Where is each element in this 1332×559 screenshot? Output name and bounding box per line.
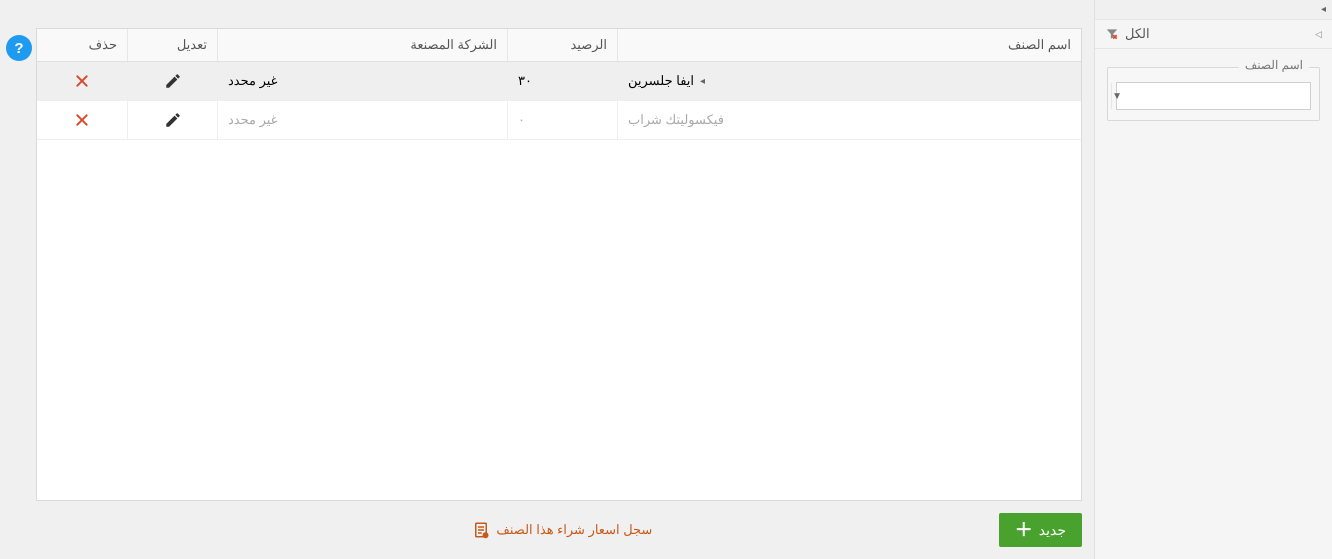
chevron-left-icon: ◂: [1321, 4, 1326, 15]
edit-button[interactable]: [164, 72, 182, 90]
cell-balance: ٣٠: [507, 62, 617, 100]
filter-sidebar: ◂ ◁ الكل اسم الصنف ▼: [1094, 0, 1332, 559]
filter-label: الكل: [1125, 26, 1150, 42]
filter-summary[interactable]: ◁ الكل: [1095, 20, 1332, 49]
filter-clear-icon[interactable]: [1105, 27, 1119, 41]
price-history-link[interactable]: سجل اسعار شراء هذا الصنف: [472, 521, 652, 539]
col-header-delete[interactable]: حذف: [37, 29, 127, 61]
main-content: اسم الصنف الرصيد الشركة المصنعة تعديل حذ…: [0, 0, 1094, 559]
item-name-combo[interactable]: ▼: [1116, 82, 1311, 110]
cell-balance: ٠: [507, 101, 617, 139]
grid-header: اسم الصنف الرصيد الشركة المصنعة تعديل حذ…: [37, 29, 1081, 62]
new-button-label: جديد: [1039, 522, 1066, 539]
sidebar-collapse[interactable]: ◂: [1095, 0, 1332, 20]
new-button[interactable]: جديد ＋: [999, 513, 1082, 547]
items-grid: اسم الصنف الرصيد الشركة المصنعة تعديل حذ…: [36, 28, 1082, 501]
filter-fieldset: اسم الصنف ▼: [1107, 67, 1320, 121]
table-row[interactable]: فيكسوليتك شراب ٠ غير محدد: [37, 101, 1081, 140]
item-name-input[interactable]: [1122, 83, 1310, 109]
col-header-name[interactable]: اسم الصنف: [617, 29, 1081, 61]
footer-bar: جديد ＋ سجل اسعار شراء هذا الصنف: [36, 501, 1082, 547]
document-icon: [472, 521, 490, 539]
grid-body: ◂ ايفا جلسرين ٣٠ غير محدد: [37, 62, 1081, 500]
filter-field-label: اسم الصنف: [1239, 58, 1309, 72]
col-header-company[interactable]: الشركة المصنعة: [217, 29, 507, 61]
cell-company: غير محدد: [217, 101, 507, 139]
triangle-icon: ◁: [1315, 29, 1322, 40]
cell-company: غير محدد: [217, 62, 507, 100]
cell-name: ايفا جلسرين: [628, 73, 694, 89]
plus-icon: ＋: [1015, 521, 1033, 539]
help-button[interactable]: ?: [6, 35, 32, 61]
edit-button[interactable]: [164, 111, 182, 129]
chevron-down-icon[interactable]: ▼: [1111, 83, 1122, 109]
history-link-label: سجل اسعار شراء هذا الصنف: [496, 522, 652, 538]
cell-name: فيكسوليتك شراب: [628, 112, 724, 128]
row-indicator-icon: ◂: [700, 76, 705, 87]
delete-button[interactable]: [74, 73, 90, 89]
col-header-balance[interactable]: الرصيد: [507, 29, 617, 61]
table-row[interactable]: ◂ ايفا جلسرين ٣٠ غير محدد: [37, 62, 1081, 101]
delete-button[interactable]: [74, 112, 90, 128]
col-header-edit[interactable]: تعديل: [127, 29, 217, 61]
